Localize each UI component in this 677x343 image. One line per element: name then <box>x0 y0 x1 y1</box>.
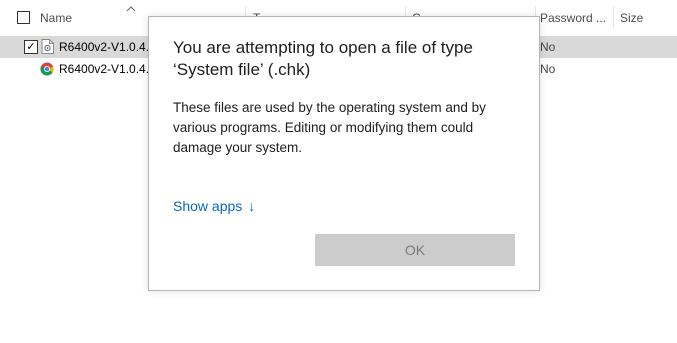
file-name: R6400v2-V1.0.4.1 <box>59 40 156 54</box>
show-apps-link[interactable]: Show apps ↓ <box>173 198 255 214</box>
row-checkbox[interactable]: ✓ <box>24 40 38 54</box>
column-header-name[interactable]: Name <box>40 11 72 25</box>
select-all-checkbox[interactable] <box>17 11 30 24</box>
dialog-title: You are attempting to open a file of typ… <box>173 38 473 79</box>
screen: Name T C Password ... Size ✓ R6400v2-V1.… <box>0 0 677 343</box>
show-apps-label: Show apps <box>173 198 243 214</box>
file-password-status: No <box>540 62 556 76</box>
ok-button[interactable]: OK <box>315 234 515 266</box>
file-password-status: No <box>540 40 556 54</box>
system-file-icon <box>41 39 54 54</box>
chrome-icon <box>40 62 54 76</box>
column-separator[interactable] <box>613 6 614 28</box>
arrow-down-icon: ↓ <box>248 198 256 214</box>
column-header-password[interactable]: Password ... <box>540 11 606 25</box>
sort-ascending-icon <box>126 6 136 12</box>
open-with-dialog: You are attempting to open a file of typ… <box>148 16 540 291</box>
dialog-message: These files are used by the operating sy… <box>173 100 486 155</box>
file-name: R6400v2-V1.0.4.1 <box>59 62 156 76</box>
column-header-size[interactable]: Size <box>620 11 643 25</box>
